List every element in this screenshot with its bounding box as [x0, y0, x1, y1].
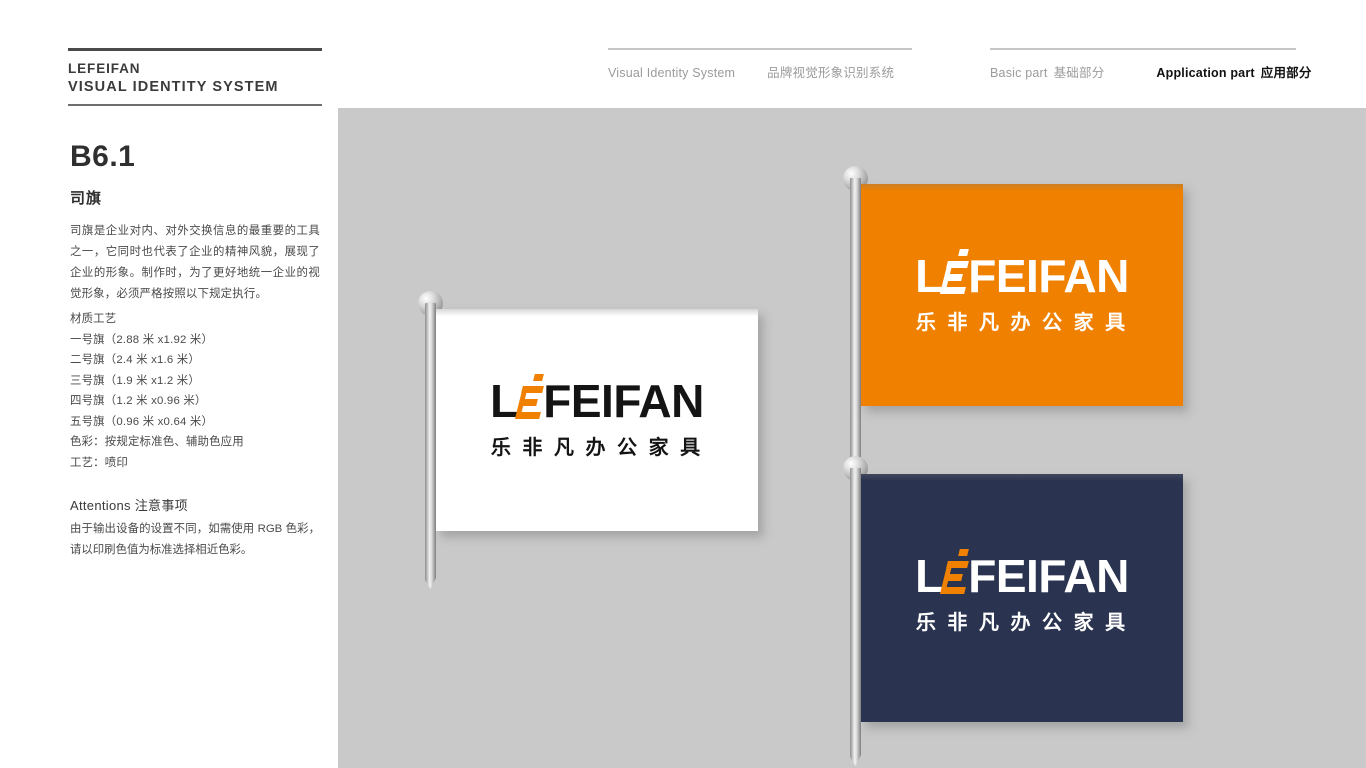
tab-basic-part[interactable]: Basic part 基础部分 [990, 62, 1104, 81]
header-rule-top [68, 48, 322, 51]
spec-item: 五号旗（0.96 米 x0.64 米） [70, 415, 214, 428]
spec-item: 一号旗（2.88 米 x1.92 米） [70, 333, 214, 346]
wordmark-left: L [915, 550, 943, 602]
spec-item: 二号旗（2.4 米 x1.6 米） [70, 354, 200, 366]
white-flag[interactable]: L FEIFAN 乐 非 凡 办 公 家 具 [436, 309, 758, 531]
flag-top-shade [861, 474, 1183, 481]
attentions-body: 由于输出设备的设置不同，如需使用 RGB 色彩，请以印刷色值为标准选择相近色彩。 [70, 523, 320, 556]
flag-top-shade [861, 184, 1183, 191]
logo-chinese: 乐 非 凡 办 公 家 具 [915, 611, 1129, 634]
logo-wordmark: L FEIFAN [490, 374, 704, 427]
logo-wordmark: L FEIFAN [915, 249, 1129, 302]
logo-lockup: L FEIFAN 乐 非 凡 办 公 家 具 [861, 549, 1183, 635]
flagpole-shaft [850, 468, 861, 748]
logo-e-mark-icon [515, 374, 544, 421]
brand-subtitle: VISUAL IDENTITY SYSTEM [68, 79, 279, 96]
logo-wordmark: L FEIFAN [915, 549, 1129, 602]
basic-part-en: Basic part [990, 66, 1048, 80]
logo-e-mark-icon [940, 249, 969, 296]
spec-item: 工艺：喷印 [70, 456, 128, 469]
section-number: B6.1 [70, 140, 136, 173]
section-paragraph: 司旗是企业对内、对外交换信息的最重要的工具之一，它同时也代表了企业的精神风貌，展… [70, 225, 320, 300]
navy-flag[interactable]: L FEIFAN 乐 非 凡 办 公 家 具 [861, 474, 1183, 722]
vis-rule [608, 48, 912, 50]
header-rule-bottom [68, 104, 322, 107]
wordmark-right: FEIFAN [968, 550, 1129, 602]
orange-flag[interactable]: L FEIFAN 乐 非 凡 办 公 家 具 [861, 184, 1183, 406]
attentions-title: Attentions 注意事项 [70, 498, 188, 513]
basic-part-cn: 基础部分 [1053, 66, 1105, 80]
vis-label-cn: 品牌视觉形象识别系统 [767, 66, 895, 80]
application-part-en: Application part [1156, 66, 1255, 80]
vis-label-en: Visual Identity System [608, 66, 736, 80]
wordmark-right: FEIFAN [968, 250, 1129, 302]
spec-item: 色彩：按规定标准色、辅助色应用 [70, 436, 244, 448]
section-info-column: B6.1 司旗 司旗是企业对内、对外交换信息的最重要的工具之一，它同时也代表了企… [70, 142, 320, 561]
logo-chinese: 乐 非 凡 办 公 家 具 [915, 311, 1129, 334]
logo-lockup: L FEIFAN 乐 非 凡 办 公 家 具 [861, 249, 1183, 335]
flagpole-tip [425, 569, 436, 589]
preview-canvas: L FEIFAN 乐 非 凡 办 公 家 具 L FEIFAN 乐 非 凡 办 … [338, 108, 1366, 768]
header-group-parts: Basic part 基础部分 Application part 应用部分 [990, 48, 1311, 81]
wordmark-left: L [490, 375, 518, 427]
header-group-vis: Visual Identity System 品牌视觉形象识别系统 [608, 48, 912, 81]
application-part-cn: 应用部分 [1260, 66, 1312, 80]
flag-top-shade [436, 309, 758, 316]
tab-application-part[interactable]: Application part 应用部分 [1156, 62, 1311, 81]
brand-header: LEFEIFAN VISUAL IDENTITY SYSTEM [68, 48, 322, 107]
wordmark-right: FEIFAN [543, 375, 704, 427]
section-title: 司旗 [70, 190, 103, 207]
flagpole-tip [850, 746, 861, 766]
spec-heading: 材质工艺 [70, 313, 117, 325]
spec-item: 四号旗（1.2 米 x0.96 米） [70, 395, 207, 407]
wordmark-left: L [915, 250, 943, 302]
guideline-page: LEFEIFAN VISUAL IDENTITY SYSTEM Visual I… [0, 0, 1366, 768]
logo-chinese: 乐 非 凡 办 公 家 具 [490, 436, 704, 459]
logo-e-mark-icon [940, 549, 969, 596]
flagpole-shaft [425, 303, 436, 571]
brand-name: LEFEIFAN [68, 61, 141, 76]
spec-list: 材质工艺 一号旗（2.88 米 x1.92 米） 二号旗（2.4 米 x1.6 … [70, 309, 320, 473]
parts-rule [990, 48, 1296, 50]
logo-lockup: L FEIFAN 乐 非 凡 办 公 家 具 [436, 374, 758, 460]
spec-item: 三号旗（1.9 米 x1.2 米） [70, 374, 200, 387]
